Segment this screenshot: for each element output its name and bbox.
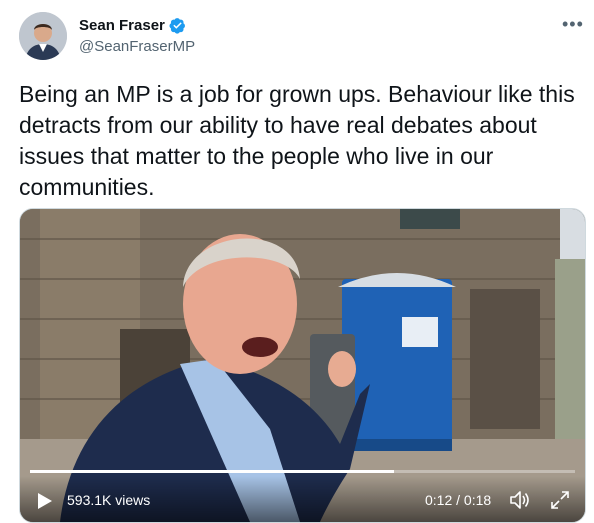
video-controls: 593.1K views 0:12 / 0:18 xyxy=(20,476,585,522)
fullscreen-icon[interactable] xyxy=(550,490,570,510)
tweet-text: Being an MP is a job for grown ups. Beha… xyxy=(19,81,575,200)
verified-badge-icon xyxy=(169,18,185,34)
view-count: 593.1K views xyxy=(67,492,151,508)
more-icon[interactable]: ••• xyxy=(562,14,584,35)
play-icon[interactable] xyxy=(37,492,53,510)
avatar-image xyxy=(19,12,67,60)
video-player[interactable]: 593.1K views 0:12 / 0:18 xyxy=(19,208,586,523)
video-time: 0:12 / 0:18 xyxy=(425,492,492,508)
video-progress-bar[interactable] xyxy=(30,470,575,473)
avatar[interactable] xyxy=(19,12,67,60)
tweet-card: Sean Fraser @SeanFraserMP ••• Being an M… xyxy=(0,0,594,523)
author-name[interactable]: Sean Fraser xyxy=(79,17,165,34)
author-name-row[interactable]: Sean Fraser xyxy=(79,17,186,34)
volume-icon[interactable] xyxy=(509,490,531,510)
video-progress-fill xyxy=(30,470,394,473)
author-handle[interactable]: @SeanFraserMP xyxy=(79,38,195,55)
